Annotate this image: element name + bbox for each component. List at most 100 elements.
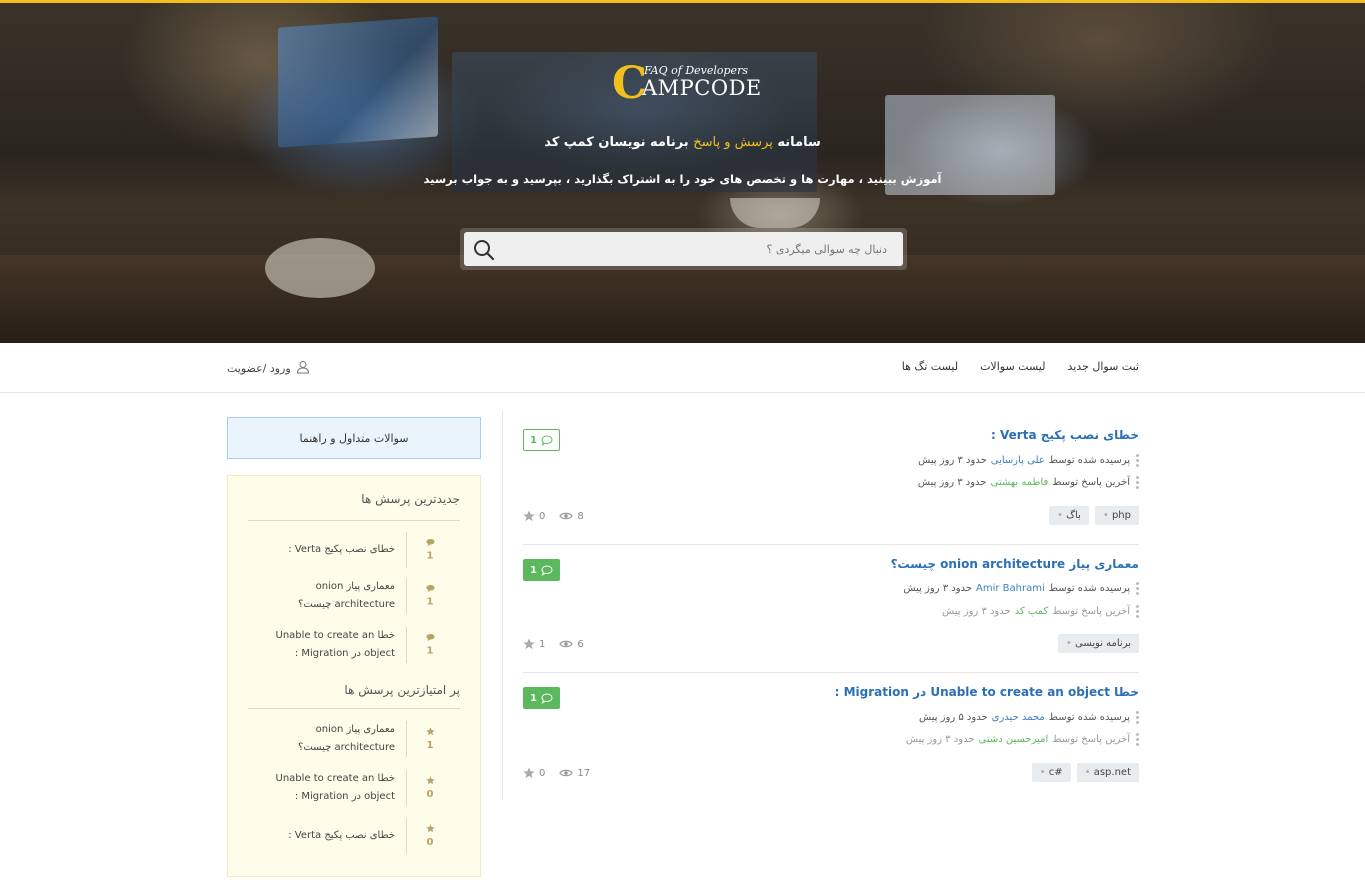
question-stats: 0 8 — [523, 510, 584, 522]
question-asked-meta: پرسیده شده توسط علی پارسایی حدود ۳ روز پ… — [918, 454, 1139, 467]
latest-questions-heading: جدیدترین پرسش ها — [361, 492, 460, 506]
latest-question-item: خطا Unable to create an object در Migrat… — [248, 625, 460, 665]
search-box — [460, 228, 907, 270]
answer-count-badge: 1 — [523, 687, 560, 709]
asked-label: پرسیده شده توسط — [1048, 583, 1130, 594]
item-divider — [406, 818, 407, 854]
question-divider — [523, 672, 1139, 673]
comment-icon — [541, 564, 553, 576]
tag[interactable]: باگ — [1049, 506, 1089, 525]
asked-by-user[interactable]: Amir Bahrami — [976, 583, 1045, 594]
last-answer-user[interactable]: کمپ کد — [1015, 606, 1049, 617]
star-icon — [523, 638, 535, 649]
answer-count: 1 — [530, 434, 537, 446]
top-question-link[interactable]: خطا Unable to create an object در Migrat… — [260, 770, 395, 806]
search-icon[interactable] — [472, 238, 496, 262]
last-answer-label: آخرین پاسخ توسط — [1052, 734, 1130, 745]
search-input[interactable] — [527, 232, 887, 266]
question-item: خطای نصب پکیج Verta : پرسیده شده توسط عل… — [523, 428, 1139, 556]
site-logo[interactable]: C FAQ of Developers AMPCODE — [612, 62, 761, 106]
comment-icon — [426, 539, 434, 546]
sidebar-panel: جدیدترین پرسش ها خطای نصب پکیج Verta : 1… — [227, 475, 481, 877]
star-count: 1 — [539, 638, 546, 650]
nav-question-list[interactable]: لیست سوالات — [980, 360, 1045, 373]
question-title[interactable]: خطا Unable to create an object در Migrat… — [835, 685, 1139, 699]
latest-question-item: خطای نصب پکیج Verta : 1 — [248, 530, 460, 570]
star-stat: 1 — [523, 638, 545, 650]
faq-guide-button[interactable]: سوالات متداول و راهنما — [227, 417, 481, 459]
view-count: 17 — [577, 767, 591, 779]
question-last-answer-meta: آخرین پاسخ توسط فاطمه بهشتی حدود ۳ روز پ… — [918, 476, 1139, 489]
answer-count: 1 — [530, 564, 537, 576]
top-question-item: خطای نصب پکیج Verta : 0 — [248, 816, 460, 856]
last-answer-user[interactable]: امیرحسین دشتی — [979, 734, 1049, 745]
tag[interactable]: c# — [1031, 763, 1071, 782]
asked-time: حدود ۵ روز پیش — [918, 712, 988, 723]
tag[interactable]: asp.net — [1076, 763, 1139, 782]
hero-title-prefix: سامانه — [777, 135, 821, 150]
answer-count-badge: 1 — [523, 559, 560, 581]
score-column: 0 — [420, 776, 440, 800]
view-stat: 17 — [559, 768, 590, 779]
answer-count: 1 — [426, 645, 434, 657]
view-stat: 6 — [559, 639, 584, 650]
item-divider — [406, 627, 407, 663]
dots-icon — [1136, 605, 1139, 618]
answer-count-badge: 1 — [523, 429, 560, 451]
item-divider — [406, 770, 407, 806]
score-count: 0 — [426, 837, 434, 848]
nav-tag-list[interactable]: لیست تگ ها — [902, 360, 958, 373]
score-count: 1 — [426, 740, 434, 751]
dots-icon — [1136, 733, 1139, 746]
comment-icon — [541, 434, 553, 446]
asked-by-user[interactable]: محمد حیدری — [992, 712, 1045, 723]
question-list: خطای نصب پکیج Verta : پرسیده شده توسط عل… — [502, 410, 1139, 800]
question-item: خطا Unable to create an object در Migrat… — [523, 685, 1139, 813]
asked-label: پرسیده شده توسط — [1048, 455, 1130, 466]
hero-top-accent-bar — [0, 0, 1365, 3]
question-tags: php باگ — [1049, 506, 1139, 525]
tag[interactable]: برنامه نویسی — [1057, 634, 1139, 653]
question-title[interactable]: معماری پیاز onion architecture چیست؟ — [891, 557, 1139, 571]
dots-icon — [1136, 711, 1139, 724]
answer-count: 1 — [426, 596, 434, 608]
user-icon — [296, 360, 310, 377]
question-asked-meta: پرسیده شده توسط Amir Bahrami حدود ۳ روز … — [903, 582, 1139, 595]
star-count: 0 — [539, 767, 546, 779]
star-stat: 0 — [523, 767, 545, 779]
hero-background-lamp — [265, 238, 375, 298]
top-question-link[interactable]: خطای نصب پکیج Verta : — [260, 827, 395, 845]
item-divider — [406, 532, 407, 568]
last-answer-time: حدود ۳ روز پیش — [917, 477, 987, 488]
hero-subtitle: آموزش ببینید ، مهارت ها و تخصص های خود ر… — [423, 172, 942, 186]
comment-icon — [541, 692, 553, 704]
nav-new-question[interactable]: ثبت سوال جدید — [1067, 360, 1139, 373]
star-icon — [425, 824, 435, 833]
main-nav: ثبت سوال جدید لیست سوالات لیست تگ ها ورو… — [0, 343, 1365, 393]
asked-by-user[interactable]: علی پارسایی — [991, 455, 1045, 466]
question-divider — [523, 544, 1139, 545]
top-question-item: خطا Unable to create an object در Migrat… — [248, 768, 460, 808]
hero-background-cup — [730, 198, 820, 228]
star-icon — [425, 727, 435, 736]
question-stats: 1 6 — [523, 638, 584, 650]
asked-time: حدود ۳ روز پیش — [903, 583, 973, 594]
last-answer-time: حدود ۳ روز پیش — [905, 734, 975, 745]
top-question-link[interactable]: معماری پیاز onion architecture چیست؟ — [260, 721, 395, 757]
hero-title: سامانه پرسش و پاسخ برنامه نویسان کمپ کد — [0, 135, 1365, 150]
answer-count-column: 1 — [420, 634, 440, 657]
latest-question-link[interactable]: خطا Unable to create an object در Migrat… — [260, 627, 395, 663]
last-answer-user[interactable]: فاطمه بهشتی — [991, 477, 1049, 488]
comment-icon — [426, 634, 434, 641]
hero-background-monitor — [278, 16, 438, 148]
latest-question-link[interactable]: معماری پیاز onion architecture چیست؟ — [260, 578, 395, 614]
top-question-item: معماری پیاز onion architecture چیست؟ 1 — [248, 719, 460, 759]
login-label: ورود /عضویت — [227, 362, 291, 375]
question-title[interactable]: خطای نصب پکیج Verta : — [991, 428, 1139, 442]
last-answer-label: آخرین پاسخ توسط — [1052, 606, 1130, 617]
question-last-answer-meta: آخرین پاسخ توسط امیرحسین دشتی حدود ۳ روز… — [906, 733, 1139, 746]
tag[interactable]: php — [1094, 506, 1139, 525]
login-link[interactable]: ورود /عضویت — [227, 360, 310, 377]
latest-question-link[interactable]: خطای نصب پکیج Verta : — [260, 541, 395, 559]
score-column: 0 — [420, 824, 440, 848]
